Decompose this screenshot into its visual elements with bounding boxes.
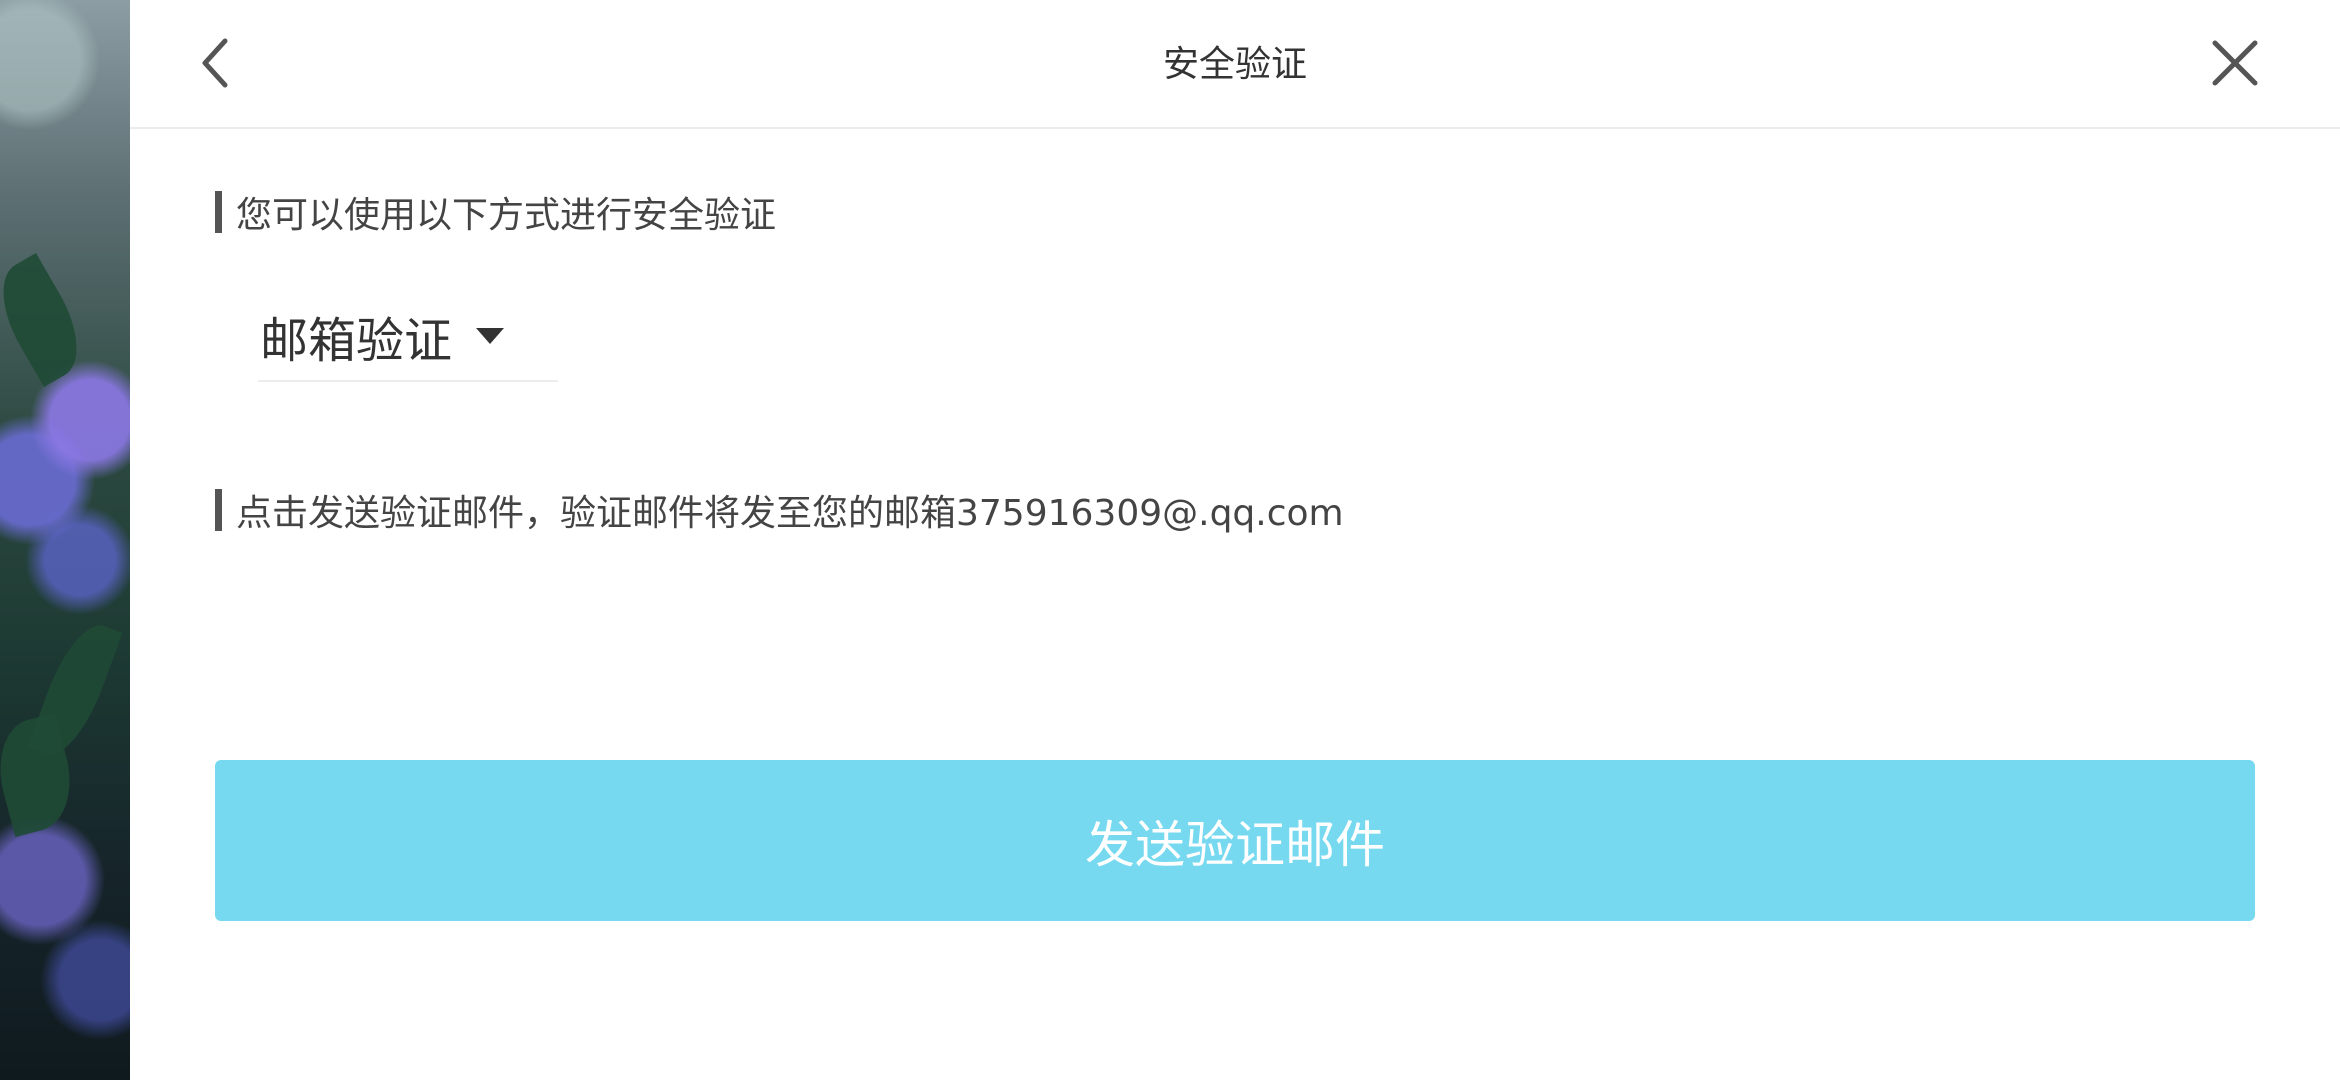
methods-label: 您可以使用以下方式进行安全验证 [215, 186, 776, 238]
methods-label-text: 您可以使用以下方式进行安全验证 [236, 195, 777, 236]
page-title: 安全验证 [1162, 44, 1307, 85]
leaf-decoration [0, 253, 96, 387]
back-button[interactable] [180, 28, 250, 98]
send-verification-email-button[interactable]: 发送验证邮件 [215, 760, 2255, 921]
verification-panel: 安全验证 您可以使用以下方式进行安全验证 邮箱验证 点击发送验证邮件，验证邮件将… [130, 0, 2340, 1080]
verification-method-dropdown[interactable]: 邮箱验证 [258, 292, 558, 382]
instruction-label: 点击发送验证邮件，验证邮件将发至您的邮箱375916309@.qq.com [215, 484, 1344, 536]
instruction-text: 点击发送验证邮件，验证邮件将发至您的邮箱375916309@.qq.com [236, 493, 1344, 534]
close-icon [2212, 40, 2258, 86]
label-accent-bar [215, 489, 222, 531]
header: 安全验证 [130, 0, 2340, 129]
caret-down-icon [476, 328, 505, 344]
close-button[interactable] [2200, 28, 2270, 98]
screen: 安全验证 您可以使用以下方式进行安全验证 邮箱验证 点击发送验证邮件，验证邮件将… [0, 0, 2340, 1080]
background-artwork [0, 0, 130, 1080]
method-select-value: 邮箱验证 [260, 313, 453, 369]
label-accent-bar [215, 191, 222, 233]
chevron-left-icon [202, 38, 228, 88]
